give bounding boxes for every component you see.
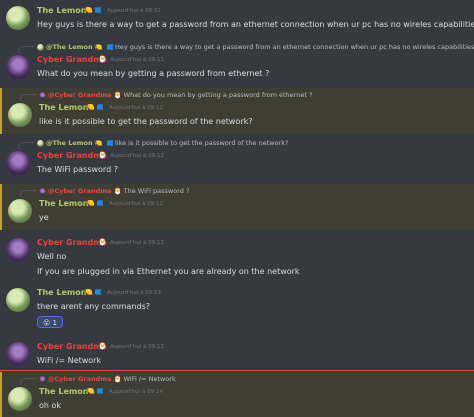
lemon-badge-icon: 🍋	[84, 288, 101, 296]
timestamp: Aujourd'hui à 09:14	[109, 389, 164, 395]
message-text: If you are plugged in via Ethernet you a…	[37, 267, 300, 276]
username[interactable]: The Lemon	[37, 6, 86, 15]
lemon-badge-icon: 🍋	[86, 387, 103, 395]
lemon-badge-icon: 🍋	[84, 6, 101, 14]
username[interactable]: The Lemon	[39, 103, 88, 112]
reaction-button[interactable]: 😮 1	[37, 316, 63, 328]
message: The Lemon 🍋 Aujourd'hui à 08:51 Hey guys…	[0, 0, 474, 38]
reply-preview[interactable]: @Cyber Grandma 🎅 WiFi /= Network	[39, 375, 176, 383]
santa-badge-icon: 🎅	[98, 55, 107, 63]
message: @The Lemon 🍋 like is it possible to get …	[0, 136, 474, 182]
avatar[interactable]	[8, 199, 32, 223]
message-text: Hey guys is there a way to get a passwor…	[37, 20, 474, 29]
reply-preview[interactable]: @Cyber Grandma 🎅 The WiFi password ?	[39, 187, 189, 195]
reply-avatar	[37, 43, 44, 51]
timestamp: Aujourd'hui à 09:13	[110, 240, 165, 246]
avatar[interactable]	[6, 151, 30, 175]
lemon-badge-icon: 🍋	[86, 103, 103, 111]
santa-badge-icon: 🎅	[98, 151, 107, 159]
message: @The Lemon 🍋 Hey guys is there a way to …	[0, 40, 474, 86]
message-text: WiFi /= Network	[37, 356, 102, 365]
reply-avatar	[39, 375, 46, 383]
username[interactable]: Cyber Grandma	[37, 342, 107, 351]
username[interactable]: Cyber Grandma	[37, 151, 107, 160]
username[interactable]: The Lemon	[39, 199, 88, 208]
santa-badge-icon: 🎅	[98, 342, 107, 350]
windows-icon	[96, 104, 103, 110]
username[interactable]: The Lemon	[39, 387, 88, 396]
avatar[interactable]	[6, 238, 30, 262]
message-mention: @Cyber Grandma 🎅 WiFi /= Network The Lem…	[0, 372, 474, 417]
message-text: What do you mean by getting a password f…	[37, 69, 270, 78]
message-text: Well no	[37, 252, 67, 261]
reaction-count: 1	[52, 319, 57, 327]
reply-preview[interactable]: @The Lemon 🍋 Hey guys is there a way to …	[37, 43, 474, 51]
message-text: there arent any commands?	[37, 302, 150, 311]
message-text: like is it possible to get the password …	[39, 117, 253, 126]
windows-icon	[94, 7, 101, 13]
message-mention: @Cyber Grandma 🎅 The WiFi password ? The…	[0, 184, 474, 230]
windows-icon	[106, 44, 113, 50]
reply-spine	[20, 190, 36, 197]
reply-preview[interactable]: @The Lemon 🍋 like is it possible to get …	[37, 139, 288, 147]
windows-icon	[94, 289, 101, 295]
reply-preview[interactable]: @Cyber Grandma 🎅 What do you mean by get…	[39, 91, 312, 99]
reply-spine	[20, 94, 36, 101]
windows-icon	[106, 140, 113, 146]
windows-icon	[96, 388, 103, 394]
message-mention: @Cyber Grandma 🎅 What do you mean by get…	[0, 88, 474, 134]
avatar[interactable]	[8, 103, 32, 127]
timestamp: Aujourd'hui à 08:51	[107, 8, 162, 14]
timestamp: Aujourd'hui à 09:12	[109, 105, 164, 111]
avatar[interactable]	[6, 288, 30, 312]
avatar[interactable]	[6, 342, 30, 366]
lemon-badge-icon: 🍋	[86, 199, 103, 207]
avatar[interactable]	[8, 387, 32, 411]
message-text: ye	[39, 213, 49, 222]
username[interactable]: Cyber Grandma	[37, 55, 107, 64]
username[interactable]: Cyber Grandma	[37, 238, 107, 247]
windows-icon	[96, 200, 103, 206]
message: Cyber Grandma 🎅 Aujourd'hui à 09:13 WiFi…	[0, 338, 474, 368]
reply-spine	[20, 378, 36, 385]
message-text: oh ok	[39, 401, 62, 410]
message: Cyber Grandma 🎅 Aujourd'hui à 09:13 Well…	[0, 234, 474, 282]
reply-spine	[18, 142, 34, 149]
new-messages-divider	[0, 370, 474, 371]
message-text: The WiFi password ?	[37, 165, 118, 174]
avatar[interactable]	[6, 6, 30, 30]
santa-badge-icon: 🎅	[98, 238, 107, 246]
reply-avatar	[39, 91, 46, 99]
message: The Lemon 🍋 Aujourd'hui à 09:13 there ar…	[0, 284, 474, 334]
timestamp: Aujourd'hui à 09:11	[110, 57, 165, 63]
timestamp: Aujourd'hui à 09:13	[110, 344, 165, 350]
surprised-emoji-icon: 😮	[42, 319, 51, 327]
timestamp: Aujourd'hui à 09:13	[107, 290, 162, 296]
reply-spine	[18, 46, 34, 53]
username[interactable]: The Lemon	[37, 288, 86, 297]
reply-avatar	[37, 139, 44, 147]
reply-avatar	[39, 187, 46, 195]
timestamp: Aujourd'hui à 09:12	[109, 201, 164, 207]
avatar[interactable]	[6, 55, 30, 79]
timestamp: Aujourd'hui à 09:12	[110, 153, 165, 159]
chat-log: The Lemon 🍋 Aujourd'hui à 08:51 Hey guys…	[0, 0, 474, 417]
